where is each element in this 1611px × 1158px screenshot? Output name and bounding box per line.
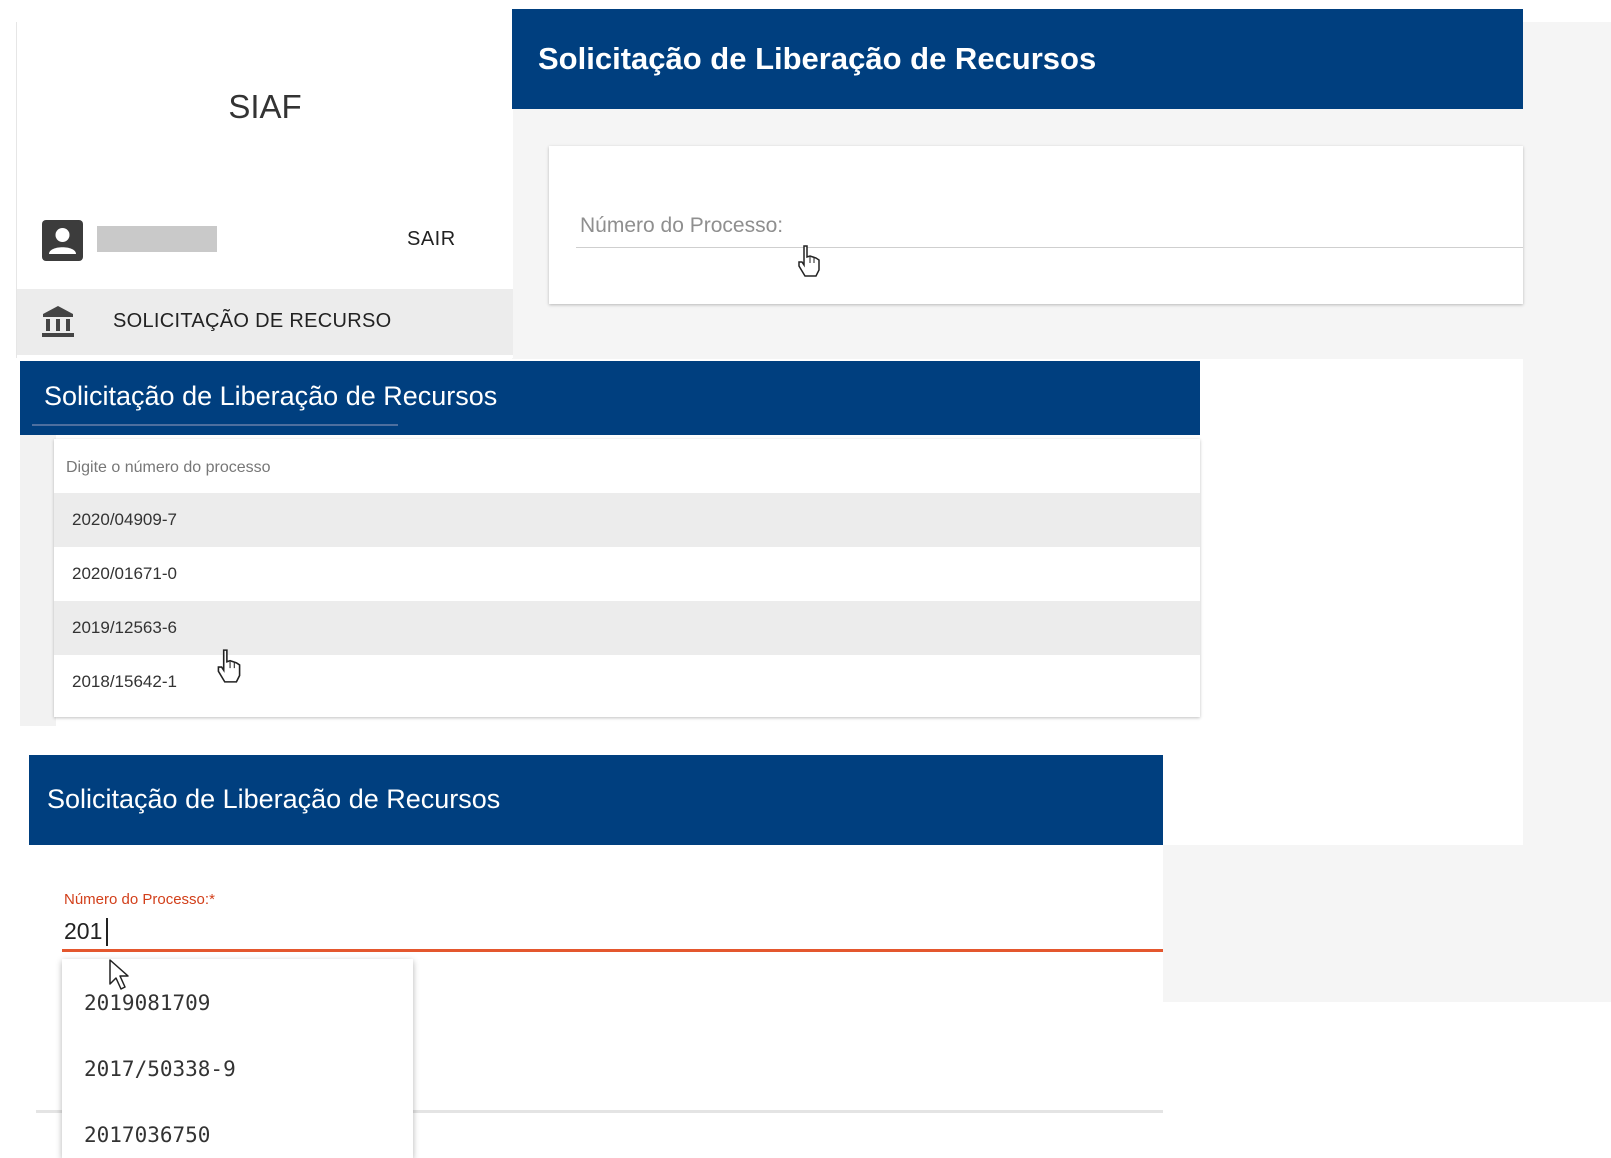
page-header: Solicitação de Liberação de Recursos xyxy=(512,9,1523,109)
process-number-label: Número do Processo:* xyxy=(64,891,215,908)
sidebar: SIAF SAIR SOLICITAÇÃO DE RECURSO xyxy=(16,22,513,358)
page-header: Solicitação de Liberação de Recursos xyxy=(20,361,1200,435)
list-item[interactable]: 2020/01671-0 xyxy=(54,547,1200,601)
input-underline-error xyxy=(62,949,1163,952)
bank-icon xyxy=(41,304,75,340)
logout-button[interactable]: SAIR xyxy=(407,228,456,251)
suggestion-item[interactable]: 2019081709 xyxy=(84,991,210,1015)
sidebar-item-solicitacao-recurso[interactable]: SOLICITAÇÃO DE RECURSO xyxy=(17,289,513,355)
page-title: Solicitação de Liberação de Recursos xyxy=(47,784,501,814)
option-label: 2019/12563-6 xyxy=(72,618,177,637)
process-number-field[interactable]: Número do Processo: xyxy=(580,214,783,238)
arrow-pointer-icon xyxy=(108,958,132,992)
process-number-underline xyxy=(576,247,1523,248)
hand-pointer-icon xyxy=(215,648,243,684)
process-form-card: Número do Processo: xyxy=(549,146,1523,304)
user-name-redacted xyxy=(97,226,217,252)
user-account-icon xyxy=(42,220,83,261)
option-label: 2020/01671-0 xyxy=(72,564,177,583)
list-item[interactable]: 2019/12563-6 xyxy=(54,601,1200,655)
title-underline xyxy=(32,424,398,426)
panel-edge xyxy=(20,434,56,726)
suggestion-item[interactable]: 2017/50338-9 xyxy=(84,1057,236,1081)
option-label: 2018/15642-1 xyxy=(72,672,177,691)
process-search-placeholder[interactable]: Digite o número do processo xyxy=(66,459,271,477)
page-title: Solicitação de Liberação de Recursos xyxy=(44,381,498,411)
process-number-input[interactable]: 201 xyxy=(64,918,102,945)
option-label: 2020/04909-7 xyxy=(72,510,177,529)
hand-pointer-icon xyxy=(796,244,822,278)
sidebar-item-label: SOLICITAÇÃO DE RECURSO xyxy=(113,310,392,332)
page-background xyxy=(1163,845,1611,1002)
page-header: Solicitação de Liberação de Recursos xyxy=(29,755,1163,845)
page-title: Solicitação de Liberação de Recursos xyxy=(538,41,1097,76)
text-caret xyxy=(106,918,108,946)
app-title: SIAF xyxy=(228,88,302,125)
suggestion-item[interactable]: 2017036750 xyxy=(84,1123,210,1147)
list-item[interactable]: 2020/04909-7 xyxy=(54,493,1200,547)
